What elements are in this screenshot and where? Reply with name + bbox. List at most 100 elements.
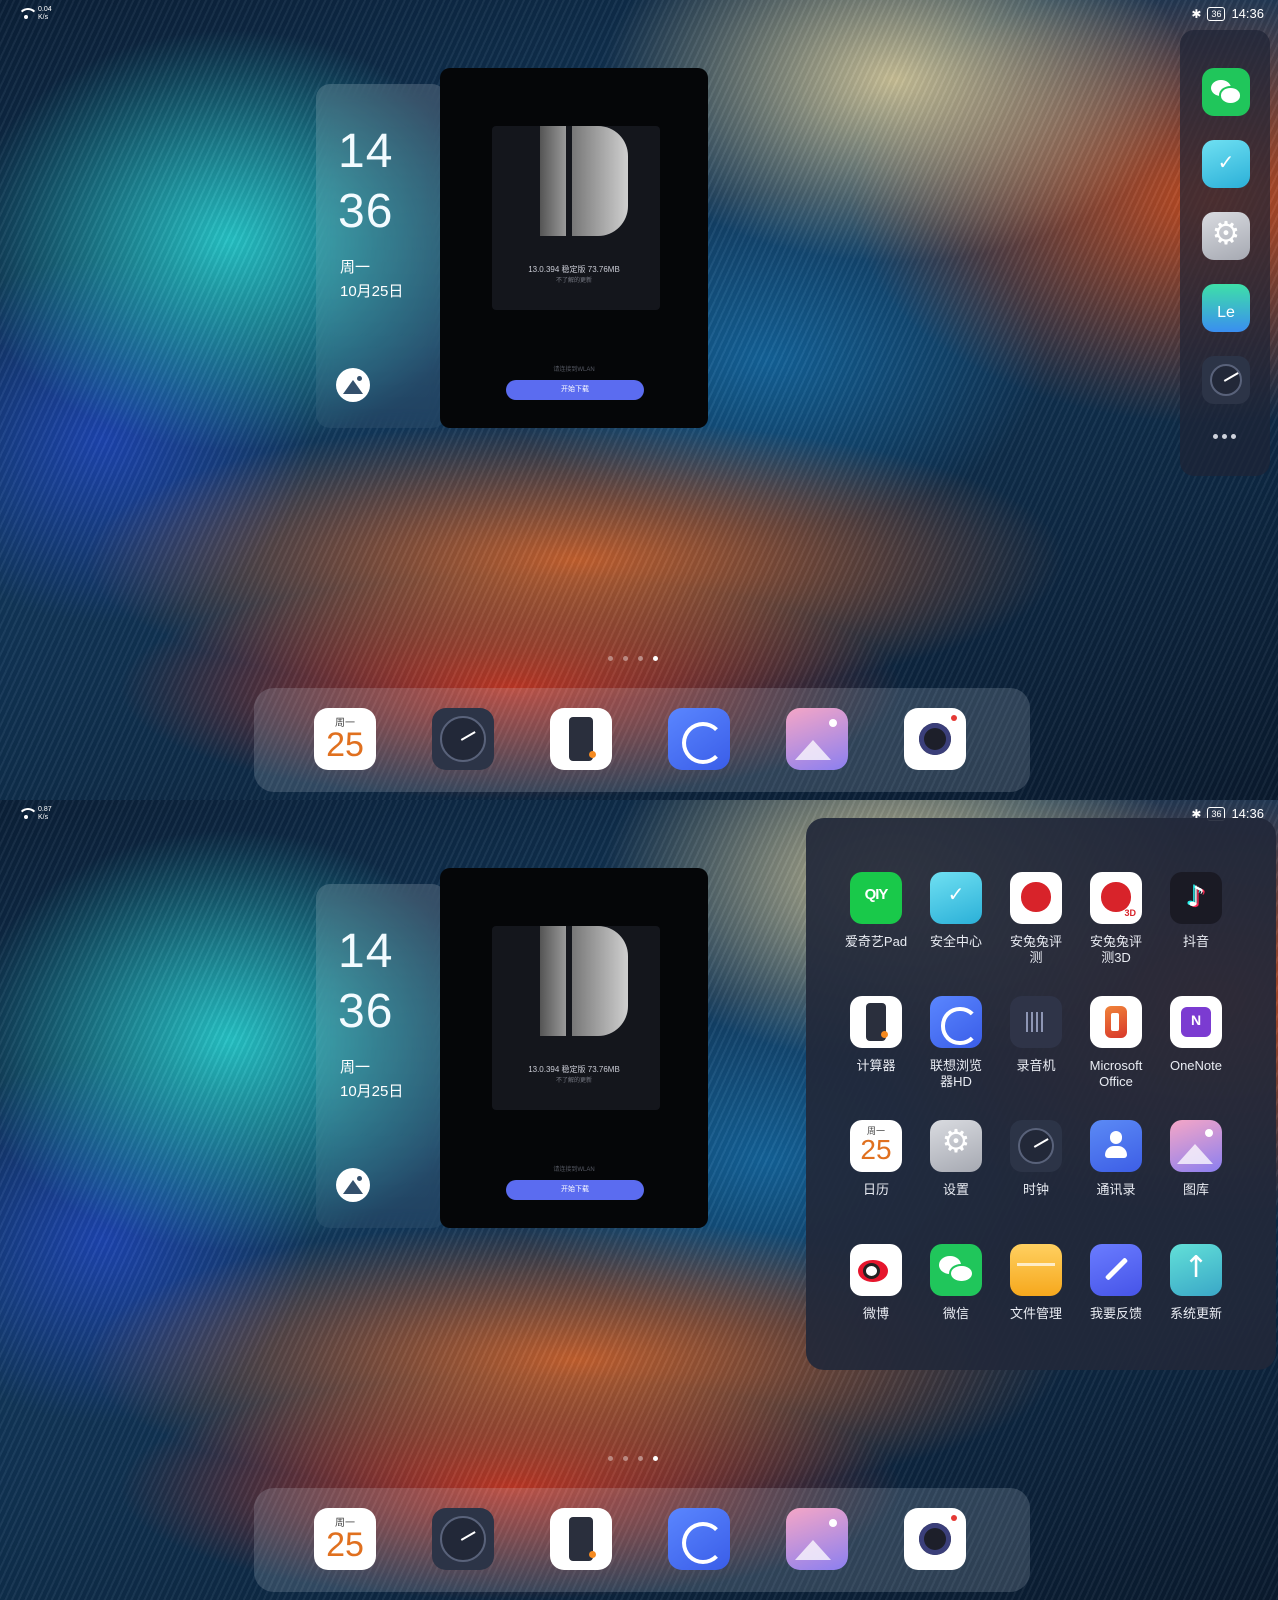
update-version: 13.0.394 稳定版 73.76MB (528, 1065, 620, 1074)
start-download-button[interactable]: 开始下载 (506, 1180, 644, 1200)
le-icon[interactable]: Le (1202, 284, 1250, 332)
system-update-card[interactable]: 13.0.394 稳定版 73.76MB 不了解的更新 请连接到WLAN 开始下… (440, 868, 708, 1228)
update-subtitle: 不了解的更新 (555, 1078, 592, 1084)
calendar-icon[interactable]: 周一 25 (314, 708, 376, 770)
gallery-icon[interactable] (786, 1508, 848, 1570)
gallery-icon[interactable] (786, 708, 848, 770)
app-label: 微博 (862, 1306, 889, 1321)
clock-icon[interactable] (432, 708, 494, 770)
app-label: OneNote (1169, 1058, 1223, 1073)
settings-icon[interactable] (1202, 212, 1250, 260)
calculator-icon (850, 996, 902, 1048)
app-onenote[interactable]: N OneNote (1154, 996, 1238, 1074)
home-screen-bottom: 0.87 K/s ✱ 36 14:36 14 36 周一 10月25日 13.0… (0, 800, 1278, 1600)
app-calendar[interactable]: 周一 25 日历 (834, 1120, 918, 1198)
app-contacts[interactable]: 通讯录 (1074, 1120, 1158, 1198)
app-drawer: QIY 爱奇艺Pad 安全中心 安兔兔评 测 3D 安兔兔评 测3D ♪ 抖音 … (806, 818, 1276, 1370)
browser-icon[interactable] (668, 708, 730, 770)
camera-icon[interactable] (904, 708, 966, 770)
app-label: 我要反馈 (1089, 1306, 1142, 1321)
contacts-icon (1090, 1120, 1142, 1172)
clock-date: 10月25日 (340, 283, 404, 300)
browser-icon (930, 996, 982, 1048)
bluetooth-icon: ✱ (1191, 6, 1202, 21)
wifi-icon (18, 808, 38, 820)
dock: 周一 25 (254, 1488, 1030, 1592)
app-feedback[interactable]: 我要反馈 (1074, 1244, 1158, 1322)
system-update-icon: ↑ (1170, 1244, 1222, 1296)
clock-icon[interactable] (1202, 356, 1250, 404)
clock-widget[interactable]: 14 36 周一 10月25日 (316, 884, 446, 1228)
app-calculator[interactable]: 计算器 (834, 996, 918, 1074)
clock-icon (1010, 1120, 1062, 1172)
app-clock[interactable]: 时钟 (994, 1120, 1078, 1198)
iqiyi-icon: QIY (850, 872, 902, 924)
app-file-manager[interactable]: 文件管理 (994, 1244, 1078, 1322)
clock-hour: 14 (338, 925, 394, 978)
status-time: 14:36 (1231, 6, 1264, 21)
dock: 周一 25 (254, 688, 1030, 792)
calculator-icon[interactable] (550, 1508, 612, 1570)
app-system-update[interactable]: ↑ 系统更新 (1154, 1244, 1238, 1322)
system-update-card[interactable]: 13.0.394 稳定版 73.76MB 不了解的更新 请连接到WLAN 开始下… (440, 68, 708, 428)
clock-weekday: 周一 (340, 259, 371, 276)
calendar-icon[interactable]: 周一 25 (314, 1508, 376, 1570)
clock-hour: 14 (338, 125, 394, 178)
net-speed: 0.04 K/s (38, 6, 52, 21)
app-label: 图库 (1182, 1182, 1209, 1197)
status-bar: 0.04 K/s ✱ 36 14:36 (0, 0, 1278, 28)
page-indicator (608, 656, 658, 661)
clock-icon[interactable] (432, 1508, 494, 1570)
app-security-center[interactable]: 安全中心 (914, 872, 998, 950)
page-indicator (608, 1456, 658, 1461)
browser-icon[interactable] (668, 1508, 730, 1570)
wifi-icon (18, 8, 38, 20)
update-note: 请连接到WLAN (553, 367, 595, 373)
wechat-icon[interactable] (1202, 68, 1250, 116)
app-label: 安兔兔评 测 (1009, 934, 1062, 965)
app-iqiyi[interactable]: QIY 爱奇艺Pad (834, 872, 918, 950)
update-subtitle: 不了解的更新 (555, 278, 592, 284)
more-icon[interactable] (1213, 434, 1236, 439)
wechat-icon (930, 1244, 982, 1296)
app-label: 抖音 (1182, 934, 1209, 949)
app-antutu-3d[interactable]: 3D 安兔兔评 测3D (1074, 872, 1158, 966)
office-icon (1090, 996, 1142, 1048)
app-douyin[interactable]: ♪ 抖音 (1154, 872, 1238, 950)
app-antutu[interactable]: 安兔兔评 测 (994, 872, 1078, 966)
app-gallery[interactable]: 图库 (1154, 1120, 1238, 1198)
update-version: 13.0.394 稳定版 73.76MB (528, 265, 620, 274)
feedback-icon (1090, 1244, 1142, 1296)
app-settings[interactable]: 设置 (914, 1120, 998, 1198)
antutu-3d-icon: 3D (1090, 872, 1142, 924)
app-microsoft-office[interactable]: Microsoft Office (1074, 996, 1158, 1090)
app-label: 安兔兔评 测3D (1089, 934, 1142, 965)
camera-icon[interactable] (904, 1508, 966, 1570)
app-label: 联想浏览 器HD (929, 1058, 982, 1089)
clock-minute: 36 (338, 985, 394, 1038)
app-weibo[interactable]: 微博 (834, 1244, 918, 1322)
app-label: 设置 (942, 1182, 969, 1197)
app-label: 安全中心 (929, 934, 982, 949)
app-label: 文件管理 (1009, 1306, 1062, 1321)
side-dock: Le (1180, 30, 1270, 476)
app-label: 计算器 (856, 1058, 896, 1073)
app-lenovo-browser[interactable]: 联想浏览 器HD (914, 996, 998, 1090)
calculator-icon[interactable] (550, 708, 612, 770)
battery-indicator: 36 (1207, 6, 1226, 21)
wallpaper-gallery-icon[interactable] (336, 368, 370, 402)
antutu-icon (1010, 872, 1062, 924)
app-label: 通讯录 (1096, 1182, 1136, 1197)
douyin-icon: ♪ (1170, 872, 1222, 924)
recorder-icon (1010, 996, 1062, 1048)
start-download-button[interactable]: 开始下载 (506, 380, 644, 400)
app-wechat[interactable]: 微信 (914, 1244, 998, 1322)
wallpaper-gallery-icon[interactable] (336, 1168, 370, 1202)
security-icon (930, 872, 982, 924)
settings-icon (930, 1120, 982, 1172)
onenote-icon: N (1170, 996, 1222, 1048)
app-recorder[interactable]: 录音机 (994, 996, 1078, 1074)
app-label: 爱奇艺Pad (844, 934, 908, 949)
clock-widget[interactable]: 14 36 周一 10月25日 (316, 84, 446, 428)
security-icon[interactable] (1202, 140, 1250, 188)
